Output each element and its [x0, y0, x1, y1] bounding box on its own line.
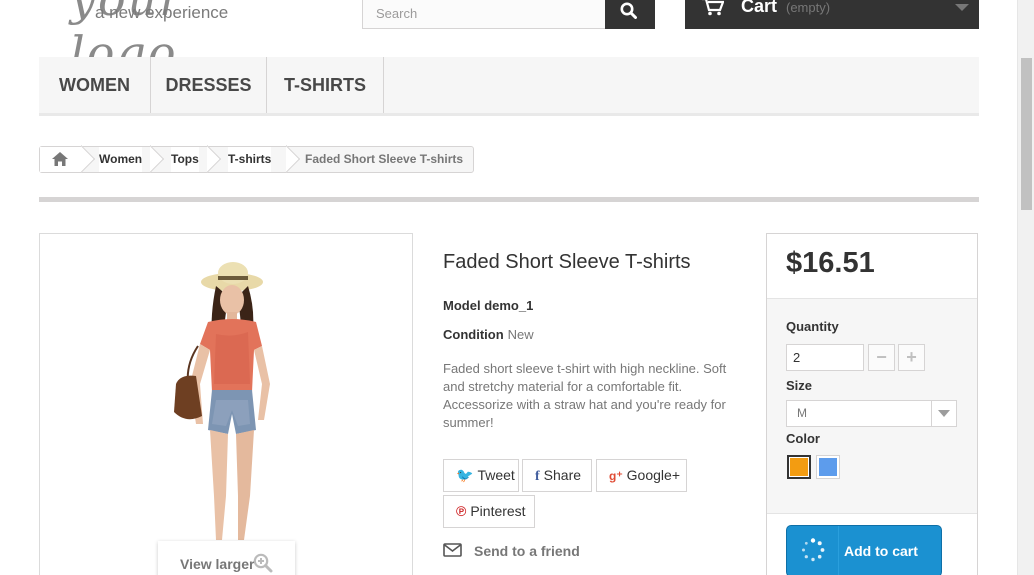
- product-price: $16.51: [786, 247, 875, 279]
- product-title: Faded Short Sleeve T-shirts: [443, 251, 691, 273]
- view-larger-label: View larger: [180, 556, 255, 572]
- menu-item-tshirts[interactable]: T-shirts: [267, 57, 384, 113]
- send-to-friend-label: Send to a friend: [474, 543, 580, 559]
- size-select[interactable]: M: [786, 400, 957, 427]
- section-divider: [39, 197, 979, 202]
- product-description: Faded short sleeve t-shirt with high nec…: [443, 361, 727, 430]
- view-larger-button[interactable]: View larger: [158, 541, 295, 575]
- minus-icon: −: [876, 347, 887, 367]
- main-menu: Women Dresses T-shirts: [39, 57, 979, 116]
- tweet-button[interactable]: 🐦 Tweet: [443, 459, 519, 492]
- envelope-icon: [443, 543, 462, 557]
- search-button[interactable]: [605, 0, 655, 29]
- site-logo[interactable]: your logo a new experience: [64, 0, 294, 80]
- add-to-cart-label: Add to cart: [844, 543, 918, 559]
- breadcrumb-women[interactable]: Women: [99, 147, 143, 172]
- add-to-cart-area: Add to cart: [767, 513, 977, 575]
- breadcrumb-tops[interactable]: Tops: [171, 147, 199, 172]
- chevron-down-icon: [955, 4, 969, 11]
- cart-status: (empty): [786, 0, 831, 15]
- cart-icon: [702, 0, 724, 16]
- model-value: demo_1: [484, 298, 534, 313]
- google-plus-icon: g⁺: [609, 469, 623, 483]
- condition-label: Condition: [443, 327, 504, 342]
- share-label: Share: [543, 467, 582, 483]
- quantity-decrease-button[interactable]: −: [868, 344, 895, 371]
- color-label: Color: [786, 431, 820, 446]
- buy-box: $16.51 Quantity − + Size M Color: [766, 233, 978, 575]
- quantity-label: Quantity: [786, 319, 839, 334]
- pinterest-label: Pinterest: [470, 503, 526, 519]
- product-image[interactable]: View larger: [39, 233, 413, 575]
- facebook-share-button[interactable]: f Share: [522, 459, 592, 492]
- size-selected-value: M: [797, 406, 807, 420]
- breadcrumb-separator: [150, 145, 164, 173]
- condition-value: New: [507, 327, 534, 342]
- breadcrumb-home[interactable]: [40, 147, 81, 172]
- plus-icon: +: [906, 347, 917, 367]
- facebook-icon: f: [535, 469, 540, 484]
- google-label: Google+: [626, 467, 680, 483]
- product-photo: [174, 262, 270, 540]
- quantity-increase-button[interactable]: +: [898, 344, 925, 371]
- breadcrumb-separator: [286, 145, 300, 173]
- color-swatch-blue[interactable]: [816, 455, 840, 479]
- zoom-in-icon: [253, 553, 273, 573]
- tweet-label: Tweet: [477, 467, 515, 483]
- color-swatch-orange[interactable]: [787, 455, 811, 479]
- search-icon: [620, 2, 637, 19]
- size-label: Size: [786, 378, 813, 393]
- scrollbar-thumb[interactable]: [1021, 58, 1032, 210]
- quantity-input[interactable]: [786, 344, 864, 371]
- search-input[interactable]: [363, 0, 606, 28]
- cart-button[interactable]: Cart (empty): [685, 0, 979, 29]
- add-to-cart-button[interactable]: Add to cart: [786, 525, 942, 575]
- cart-label: Cart: [741, 0, 778, 16]
- pinterest-icon: ℗: [456, 503, 467, 519]
- pinterest-button[interactable]: ℗ Pinterest: [443, 495, 535, 528]
- breadcrumb: Women Tops T-shirts Faded Short Sleeve T…: [39, 146, 474, 173]
- product-condition: Condition New: [443, 327, 534, 342]
- home-icon: [52, 152, 68, 166]
- logo-tagline: a new experience: [95, 3, 229, 22]
- vertical-scrollbar[interactable]: [1017, 0, 1034, 575]
- search-bar: [362, 0, 655, 29]
- chevron-down-icon: [931, 401, 956, 426]
- menu-item-women[interactable]: Women: [39, 57, 151, 113]
- breadcrumb-tshirts[interactable]: T-shirts: [228, 147, 272, 172]
- loading-spinner-icon: [787, 526, 839, 575]
- twitter-icon: 🐦: [456, 467, 474, 483]
- breadcrumb-separator: [81, 145, 95, 173]
- model-label: Model: [443, 298, 481, 313]
- breadcrumb-current: Faded Short Sleeve T-shirts: [305, 147, 464, 172]
- product-model: Model demo_1: [443, 298, 533, 313]
- google-plus-button[interactable]: g⁺ Google+: [596, 459, 687, 492]
- breadcrumb-separator: [207, 145, 221, 173]
- price-area: $16.51: [767, 234, 977, 299]
- menu-item-dresses[interactable]: Dresses: [151, 57, 267, 113]
